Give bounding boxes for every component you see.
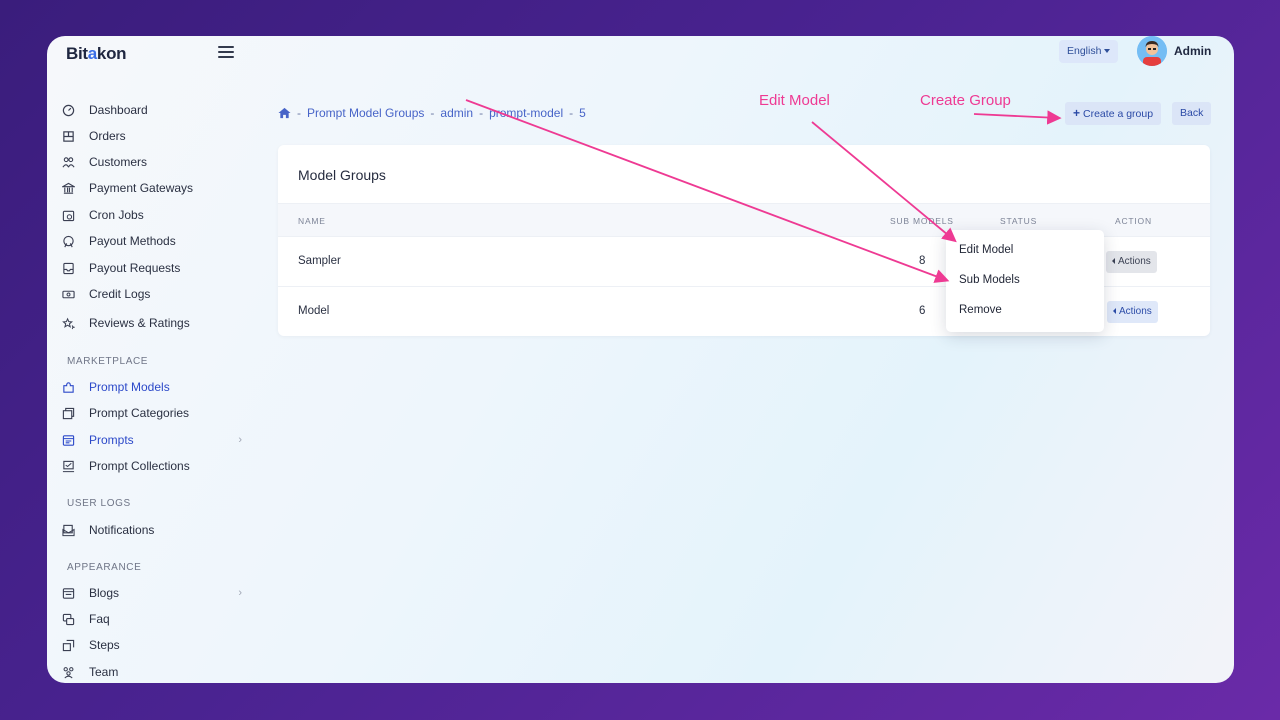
- user-avatar[interactable]: [1137, 36, 1167, 66]
- bank-icon: [62, 182, 75, 195]
- row-name: Sampler: [298, 255, 341, 267]
- section-marketplace: MARKETPLACE: [67, 356, 149, 367]
- users-icon: [62, 156, 75, 169]
- sidebar-item-orders[interactable]: Orders: [62, 126, 242, 146]
- caret-left-icon: [1113, 308, 1116, 315]
- caret-left-icon: [1112, 258, 1115, 265]
- stars-icon: [62, 317, 75, 330]
- sidebar-item-prompts[interactable]: Prompts ›: [62, 430, 242, 450]
- menu-item-sub-models[interactable]: Sub Models: [959, 274, 1020, 286]
- row-actions-button[interactable]: Actions: [1106, 251, 1157, 273]
- chevron-right-icon: ›: [238, 587, 242, 599]
- sidebar-item-payout-methods[interactable]: Payout Methods: [62, 231, 242, 251]
- chevron-right-icon: ›: [238, 434, 242, 446]
- sidebar-item-blogs[interactable]: Blogs ›: [62, 583, 242, 603]
- puzzle-icon: [62, 381, 75, 394]
- calendar-clock-icon: [62, 209, 75, 222]
- sidebar-item-customers[interactable]: Customers: [62, 152, 242, 172]
- sidebar-item-payment-gateways[interactable]: Payment Gateways: [62, 178, 242, 198]
- inbox-icon: [62, 262, 75, 275]
- plus-icon: +: [1073, 106, 1081, 120]
- language-dropdown[interactable]: English: [1059, 40, 1119, 63]
- column-header-status: STATUS: [1000, 216, 1038, 226]
- sidebar-item-prompt-models[interactable]: Prompt Models: [62, 377, 242, 397]
- section-appearance: APPEARANCE: [67, 562, 142, 573]
- breadcrumb-separator: -: [569, 106, 574, 120]
- breadcrumb-separator: -: [297, 106, 301, 120]
- breadcrumb-item-prompt-model[interactable]: prompt-model: [489, 106, 563, 120]
- sidebar-item-faq[interactable]: Faq: [62, 609, 242, 629]
- team-icon: [62, 666, 75, 679]
- sidebar-item-team[interactable]: Team: [62, 662, 242, 682]
- arrow-to-create-group: [973, 110, 1062, 125]
- app-window: Bitakon English Admin Dashboard Orders C…: [47, 36, 1234, 683]
- speedometer-icon: [62, 104, 75, 117]
- sidebar-item-prompt-categories[interactable]: Prompt Categories: [62, 403, 242, 423]
- create-group-button[interactable]: + Create a group: [1065, 102, 1162, 125]
- row-sub-models: 8: [919, 255, 926, 267]
- money-icon: [62, 288, 75, 301]
- blog-icon: [62, 587, 75, 600]
- coin-icon: [62, 235, 75, 248]
- sidebar-item-dashboard[interactable]: Dashboard: [62, 100, 242, 120]
- card-title: Model Groups: [298, 167, 386, 183]
- column-header-name: NAME: [298, 216, 326, 226]
- column-header-action: ACTION: [1115, 216, 1152, 226]
- breadcrumb-separator: -: [430, 106, 435, 120]
- back-button[interactable]: Back: [1172, 102, 1212, 125]
- row-actions-button[interactable]: Actions: [1107, 301, 1158, 323]
- sidebar-item-notifications[interactable]: Notifications: [62, 520, 242, 540]
- user-name[interactable]: Admin: [1174, 44, 1211, 58]
- collection-icon: [62, 460, 75, 473]
- breadcrumb-item-admin[interactable]: admin: [440, 106, 473, 120]
- faq-icon: [62, 613, 75, 626]
- sidebar-item-prompt-collections[interactable]: Prompt Collections: [62, 456, 242, 476]
- breadcrumb: - Prompt Model Groups - admin - prompt-m…: [278, 106, 586, 120]
- sidebar-item-reviews-ratings[interactable]: Reviews & Ratings: [62, 313, 242, 333]
- actions-dropdown-menu: Edit Model Sub Models Remove: [946, 230, 1104, 332]
- row-sub-models: 6: [919, 305, 926, 317]
- home-icon[interactable]: [278, 107, 291, 119]
- annotation-edit-model: Edit Model: [759, 92, 830, 109]
- menu-toggle-icon[interactable]: [218, 46, 234, 58]
- browser-icon: [62, 434, 75, 447]
- orders-icon: [62, 130, 75, 143]
- folders-icon: [62, 407, 75, 420]
- column-header-sub-models: SUB MODELS: [890, 216, 954, 226]
- steps-icon: [62, 639, 75, 652]
- section-user-logs: USER LOGS: [67, 498, 131, 509]
- menu-item-edit-model[interactable]: Edit Model: [959, 244, 1013, 256]
- brand-logo[interactable]: Bitakon: [66, 44, 127, 64]
- breadcrumb-item-prompt-model-groups[interactable]: Prompt Model Groups: [307, 106, 424, 120]
- menu-item-remove[interactable]: Remove: [959, 304, 1002, 316]
- sidebar-item-cron-jobs[interactable]: Cron Jobs: [62, 205, 242, 225]
- bell-mail-icon: [62, 524, 75, 537]
- sidebar-item-payout-requests[interactable]: Payout Requests: [62, 258, 242, 278]
- breadcrumb-item-id[interactable]: 5: [579, 106, 586, 120]
- sidebar-item-credit-logs[interactable]: Credit Logs: [62, 284, 242, 304]
- caret-down-icon: [1104, 49, 1111, 54]
- breadcrumb-separator: -: [479, 106, 484, 120]
- annotation-create-group: Create Group: [920, 92, 1011, 109]
- sidebar-item-steps[interactable]: Steps: [62, 635, 242, 655]
- row-name: Model: [298, 305, 330, 317]
